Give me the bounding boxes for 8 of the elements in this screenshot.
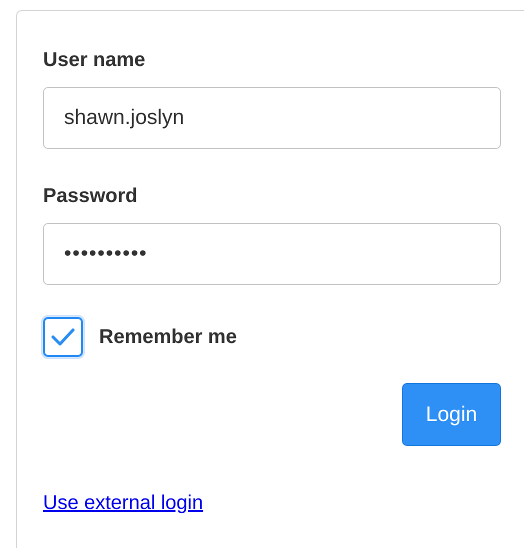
- remember-checkbox[interactable]: [43, 317, 83, 357]
- remember-label: Remember me: [99, 325, 237, 350]
- password-field[interactable]: ••••••••••: [43, 223, 501, 285]
- field-label: Password: [43, 184, 138, 209]
- external-login-link[interactable]: Use external login: [43, 492, 204, 514]
- username-field[interactable]: shawn.joslyn: [43, 87, 501, 149]
- field-label: User name: [43, 48, 146, 73]
- check-icon: [51, 327, 75, 347]
